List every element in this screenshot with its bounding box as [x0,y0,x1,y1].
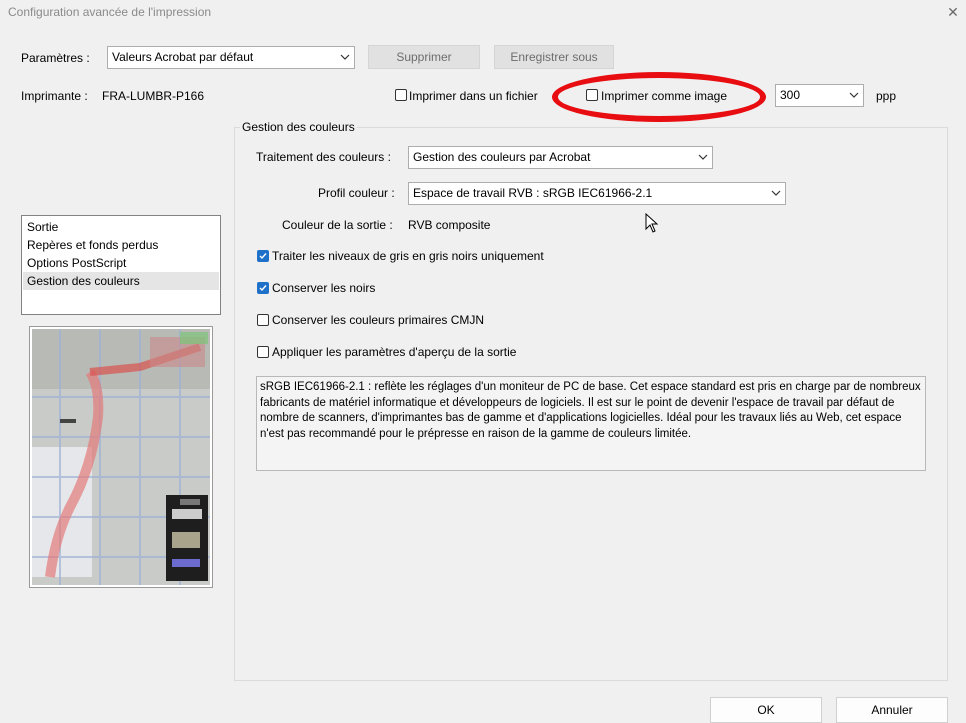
annotation-highlight-ellipse [552,72,766,122]
gray-as-black-label[interactable]: Traiter les niveaux de gris en gris noir… [272,249,544,263]
color-handling-value: Gestion des couleurs par Acrobat [413,150,591,164]
mouse-pointer-icon [645,213,659,233]
chevron-down-icon [698,154,708,160]
preserve-cmyk-label[interactable]: Conserver les couleurs primaires CMJN [272,313,484,327]
preserve-blacks-label[interactable]: Conserver les noirs [272,281,375,295]
print-to-file-checkbox[interactable] [395,89,407,101]
cancel-button[interactable]: Annuler [836,697,948,723]
list-item-postscript[interactable]: Options PostScript [23,254,219,272]
ok-button[interactable]: OK [710,697,822,723]
save-as-button[interactable]: Enregistrer sous [494,45,614,69]
close-icon[interactable]: ✕ [944,2,962,22]
check-icon [259,285,267,292]
output-color-value: RVB composite [408,218,491,232]
preserve-cmyk-checkbox[interactable] [257,314,269,326]
color-profile-value: Espace de travail RVB : sRGB IEC61966-2.… [413,186,653,200]
chevron-down-icon [771,190,781,196]
list-item-reperes[interactable]: Repères et fonds perdus [23,236,219,254]
color-handling-select[interactable]: Gestion des couleurs par Acrobat [408,146,713,169]
chevron-down-icon [340,54,350,60]
list-item-sortie[interactable]: Sortie [23,218,219,236]
profile-description: sRGB IEC61966-2.1 : reflète les réglages… [256,376,926,471]
dpi-select[interactable]: 300 [775,84,864,107]
preset-select[interactable]: Valeurs Acrobat par défaut [107,46,355,69]
list-item-label: Sortie [27,220,59,234]
apply-preview-checkbox[interactable] [257,346,269,358]
list-item-label: Repères et fonds perdus [27,238,159,252]
dpi-unit: ppp [876,89,897,103]
color-profile-select[interactable]: Espace de travail RVB : sRGB IEC61966-2.… [408,182,786,205]
printer-label: Imprimante : [21,89,88,103]
category-list[interactable]: Sortie Repères et fonds perdus Options P… [21,215,221,315]
print-to-file-label[interactable]: Imprimer dans un fichier [409,89,538,103]
list-item-label: Gestion des couleurs [27,274,140,288]
page-preview [29,326,213,588]
preserve-blacks-checkbox[interactable] [257,282,269,294]
group-title: Gestion des couleurs [240,120,357,134]
color-profile-label: Profil couleur : [318,186,395,200]
window-title: Configuration avancée de l'impression [8,5,212,19]
list-item-gestion-couleurs[interactable]: Gestion des couleurs [23,272,219,290]
printer-name: FRA-LUMBR-P166 [102,89,205,103]
title-bar: Configuration avancée de l'impression ✕ [0,0,966,26]
color-handling-label: Traitement des couleurs : [256,150,391,164]
dpi-value: 300 [780,88,801,102]
apply-preview-label[interactable]: Appliquer les paramètres d'aperçu de la … [272,345,516,359]
list-item-label: Options PostScript [27,256,127,270]
params-label: Paramètres : [21,51,90,65]
output-color-label: Couleur de la sortie : [282,218,393,232]
gray-as-black-checkbox[interactable] [257,250,269,262]
preset-value: Valeurs Acrobat par défaut [112,50,254,64]
check-icon [259,253,267,260]
preview-map-image [32,329,210,585]
delete-button[interactable]: Supprimer [368,45,480,69]
chevron-down-icon [849,92,859,98]
